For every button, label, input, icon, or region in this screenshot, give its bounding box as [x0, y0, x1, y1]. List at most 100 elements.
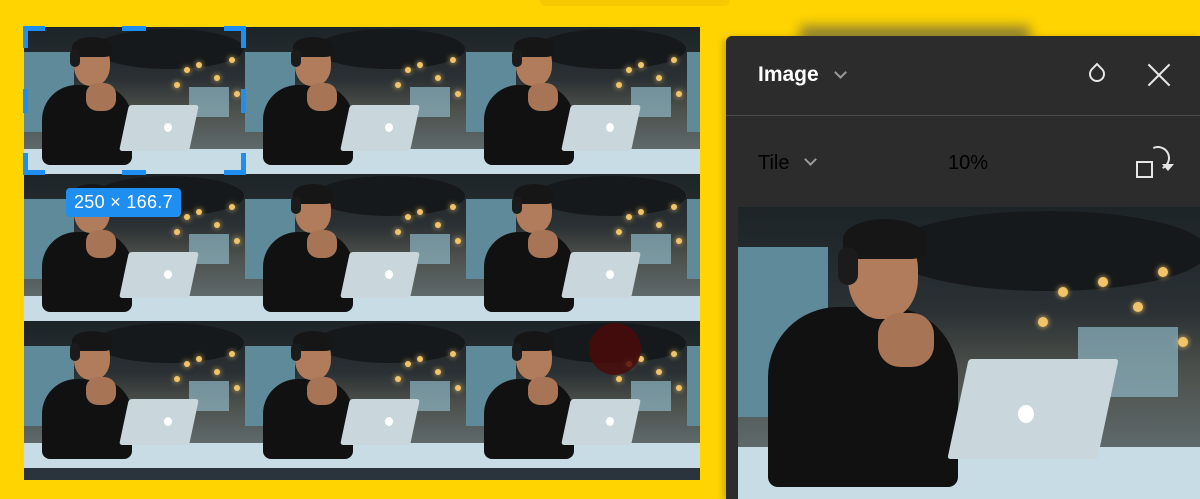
rotate-arrow-shape [1162, 164, 1174, 171]
apple-logo-icon [385, 417, 393, 426]
laptop-icon [561, 252, 641, 298]
image-tile [687, 321, 700, 468]
bokeh-light [638, 209, 644, 215]
image-mode-dropdown[interactable]: Tile [758, 152, 789, 175]
photo-hands [307, 377, 337, 405]
close-icon[interactable] [1146, 62, 1172, 88]
bokeh-light [214, 369, 220, 375]
bokeh-light [671, 351, 677, 357]
photo-hands [878, 313, 934, 367]
tiled-image-frame[interactable] [24, 27, 700, 480]
bokeh-light [214, 75, 220, 81]
photo [245, 27, 466, 174]
photo-ceiling [94, 323, 244, 363]
drop-icon[interactable] [1085, 62, 1109, 86]
apple-logo-icon [1018, 405, 1034, 423]
photo-ceiling [315, 323, 465, 363]
apple-logo-icon [606, 123, 614, 132]
headphones-icon [838, 247, 858, 285]
bokeh-light [395, 376, 401, 382]
apple-logo-icon [606, 270, 614, 279]
apple-logo-icon [164, 123, 172, 132]
laptop-icon [119, 105, 199, 151]
bokeh-light [450, 204, 456, 210]
photo-ceiling [94, 29, 244, 69]
image-tile [466, 174, 687, 321]
bokeh-light [435, 222, 441, 228]
photo [466, 321, 687, 468]
photo-hands [86, 83, 116, 111]
photo-hands [528, 230, 558, 258]
image-tile [245, 174, 466, 321]
bokeh-light [234, 385, 240, 391]
apple-logo-icon [164, 417, 172, 426]
photo-hands [307, 83, 337, 111]
top-toolbar-chip [540, 0, 730, 6]
image-tile [24, 321, 245, 468]
photo-wall [687, 52, 700, 132]
bokeh-light [417, 209, 423, 215]
image-tile [466, 27, 687, 174]
photo-wall [687, 346, 700, 426]
bokeh-light [676, 91, 682, 97]
rotate-icon[interactable] [1134, 142, 1174, 182]
bokeh-light [676, 238, 682, 244]
bokeh-light [184, 361, 190, 367]
photo [687, 27, 700, 174]
bokeh-light [656, 75, 662, 81]
bokeh-light [671, 57, 677, 63]
bokeh-light [455, 91, 461, 97]
bokeh-light [671, 204, 677, 210]
panel-header: Image [726, 36, 1200, 116]
chevron-down-icon[interactable] [834, 66, 847, 79]
bokeh-light [656, 369, 662, 375]
bokeh-light [405, 214, 411, 220]
laptop-icon [340, 105, 420, 151]
photo-ceiling [888, 211, 1200, 291]
bokeh-light [435, 369, 441, 375]
laptop-icon [340, 252, 420, 298]
laptop-icon [561, 105, 641, 151]
tile-scale-input[interactable]: 10% [948, 152, 988, 175]
headphones-icon [291, 343, 301, 361]
bokeh-light [234, 238, 240, 244]
panel-title[interactable]: Image [758, 63, 819, 87]
bokeh-light [196, 62, 202, 68]
photo-desk [687, 149, 700, 174]
bokeh-light [184, 214, 190, 220]
headphones-icon [512, 343, 522, 361]
bokeh-light [395, 229, 401, 235]
headphones-icon [70, 49, 80, 67]
image-tile [245, 27, 466, 174]
photo [24, 321, 245, 468]
photo-ceiling [536, 29, 686, 69]
photo-hands [86, 377, 116, 405]
chevron-down-icon[interactable] [804, 153, 817, 166]
bokeh-light [229, 204, 235, 210]
bokeh-light [234, 91, 240, 97]
laptop-icon [119, 399, 199, 445]
bokeh-light [229, 57, 235, 63]
photo-hands [528, 83, 558, 111]
headphones-icon [291, 49, 301, 67]
apple-logo-icon [385, 270, 393, 279]
bokeh-light [405, 67, 411, 73]
bokeh-light [184, 67, 190, 73]
photo [687, 174, 700, 321]
apple-logo-icon [606, 417, 614, 426]
photo-desk [687, 443, 700, 468]
bokeh-light [638, 62, 644, 68]
laptop-icon [340, 399, 420, 445]
bokeh-light [1178, 337, 1188, 347]
photo [24, 27, 245, 174]
bokeh-light [455, 238, 461, 244]
bokeh-light [435, 75, 441, 81]
bokeh-light [626, 67, 632, 73]
photo-wall [687, 199, 700, 279]
image-preview[interactable] [738, 207, 1200, 499]
bokeh-light [616, 376, 622, 382]
photo [245, 174, 466, 321]
photo [687, 321, 700, 468]
photo [245, 321, 466, 468]
bokeh-light [1133, 302, 1143, 312]
